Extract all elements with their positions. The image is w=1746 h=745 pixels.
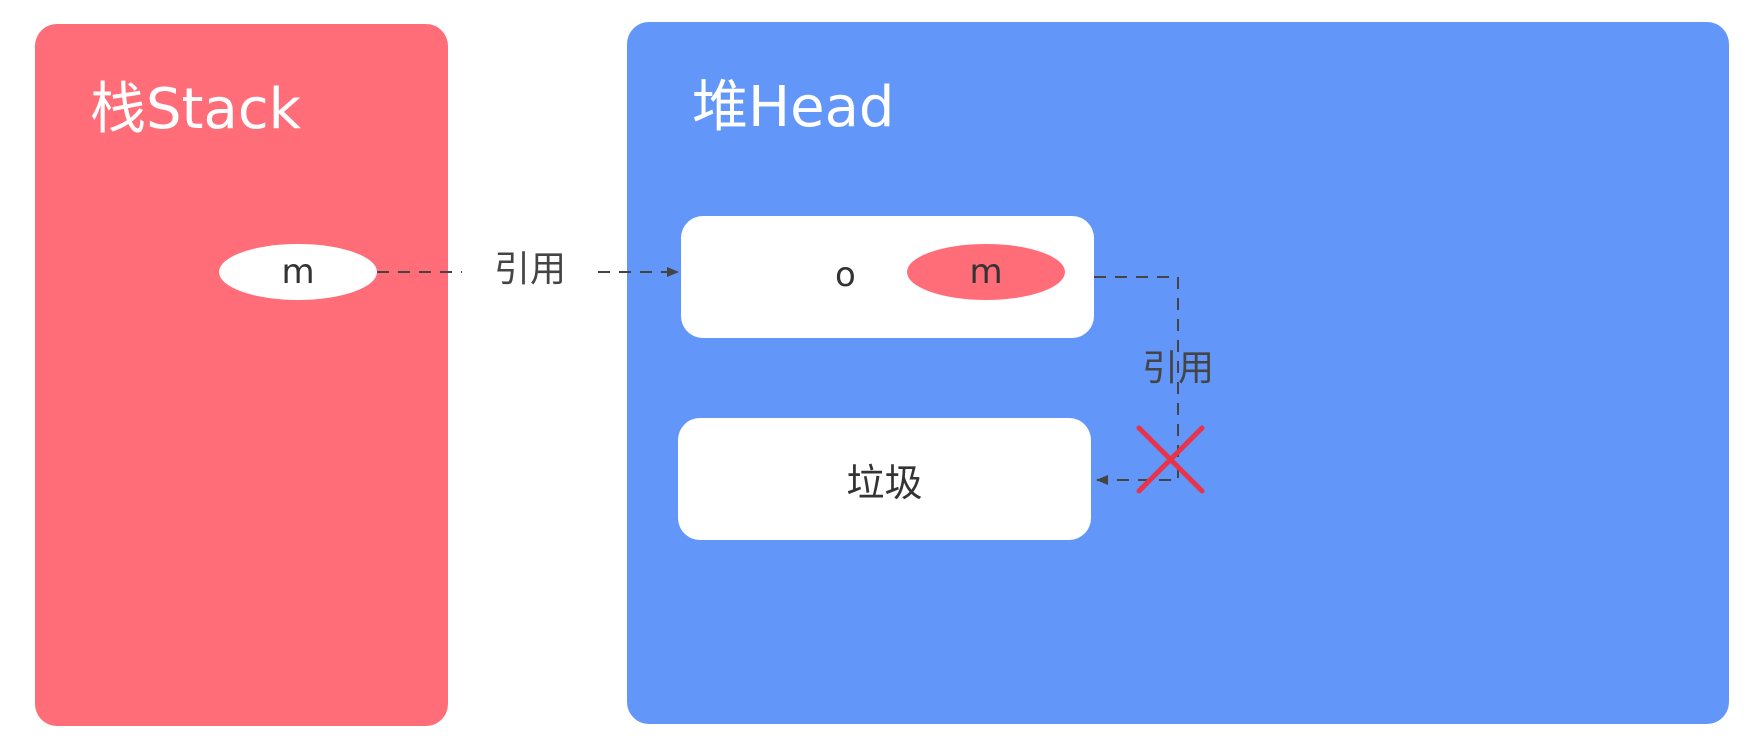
stack-variable-label: m bbox=[281, 252, 315, 292]
reference-label-field-to-garbage: 引用 bbox=[1142, 348, 1215, 389]
stack-panel: 栈Stack bbox=[35, 24, 448, 726]
reference-label-stack-to-object: 引用 bbox=[494, 249, 567, 290]
heap-garbage-object: 垃圾 bbox=[678, 418, 1091, 540]
heap-object-field-m: m bbox=[907, 244, 1065, 300]
stack-title: 栈Stack bbox=[90, 77, 302, 142]
heap-object-field-label: m bbox=[969, 252, 1003, 292]
heap-object-name: o bbox=[835, 255, 856, 295]
garbage-label: 垃圾 bbox=[846, 460, 923, 505]
heap-title: 堆Head bbox=[692, 75, 895, 140]
stack-variable-m: m bbox=[219, 244, 377, 300]
